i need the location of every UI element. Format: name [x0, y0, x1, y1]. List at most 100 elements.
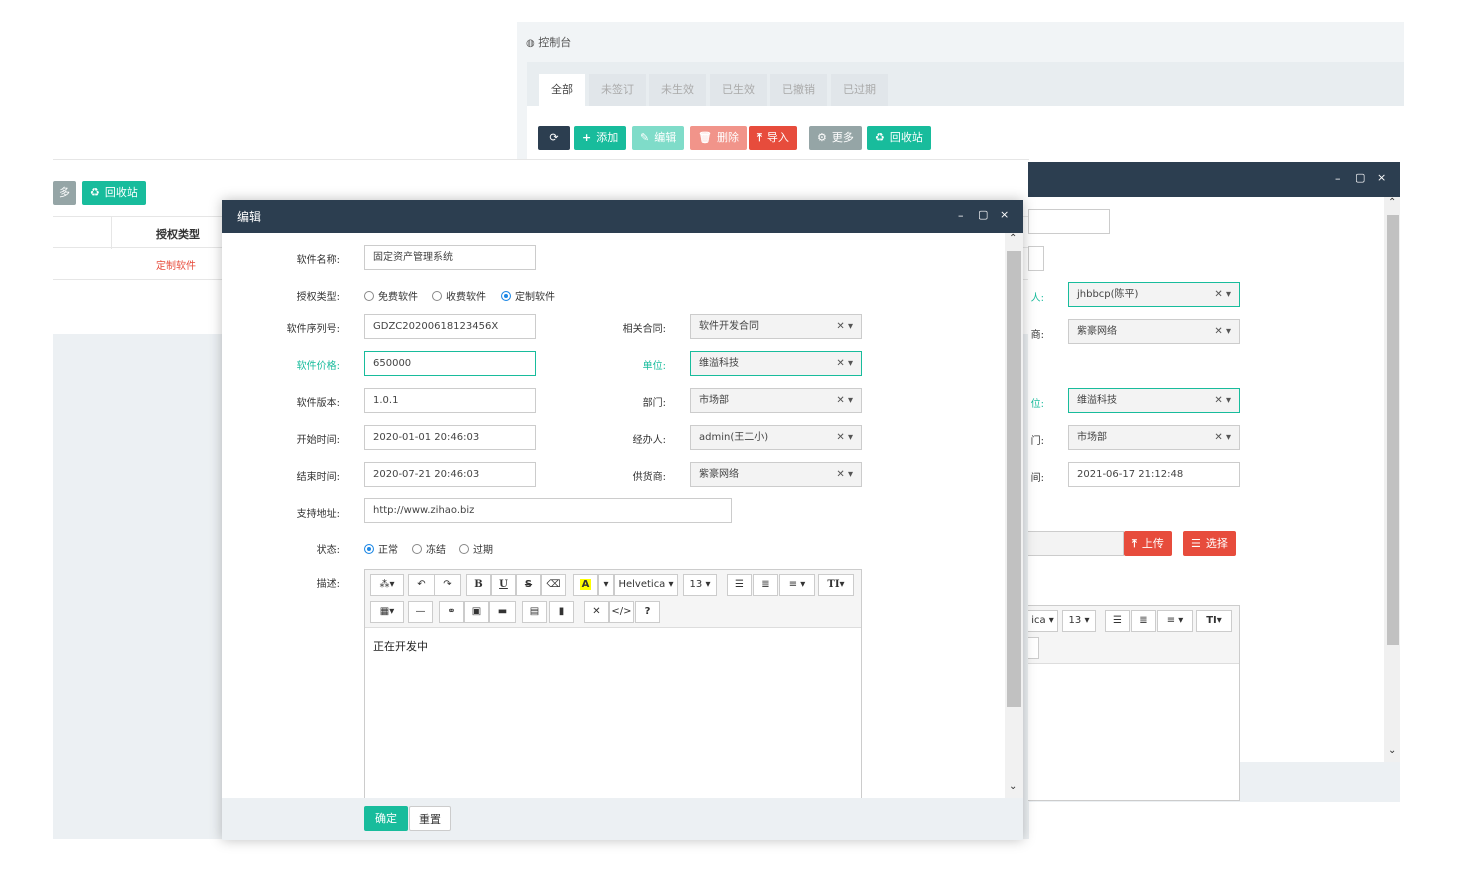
clear-dropdown-icon[interactable]: ✕ ▾ [1214, 389, 1231, 412]
close-icon[interactable]: × [1377, 171, 1386, 184]
clear-dropdown-icon[interactable]: ✕ ▾ [1214, 283, 1231, 306]
tab-revoked[interactable]: 已撤销 [770, 74, 827, 106]
radio-frozen[interactable]: 冻结 [412, 541, 446, 556]
font-size-dropdown[interactable]: 13 ▾ [1062, 610, 1096, 632]
choose-button[interactable]: ☰ 选择 [1183, 531, 1236, 556]
tab-expired[interactable]: 已过期 [831, 74, 888, 106]
horizontal-rule-icon[interactable]: — [408, 601, 433, 623]
scroll-up-icon[interactable]: ⌃ [1388, 197, 1396, 208]
scroll-down-icon[interactable]: ⌄ [1388, 745, 1396, 756]
clear-dropdown-icon[interactable]: ✕ ▾ [836, 352, 853, 375]
scroll-down-icon[interactable]: ⌄ [1009, 781, 1017, 792]
tab-unsigned[interactable]: 未签订 [589, 74, 646, 106]
align-icon[interactable]: ≡ ▾ [1157, 610, 1193, 632]
picture-icon[interactable]: ▣ [464, 601, 489, 623]
software-name-input[interactable]: 固定资产管理系统 [364, 245, 536, 270]
font-size-dropdown[interactable]: 13 ▾ [683, 574, 717, 596]
confirm-button[interactable]: 确定 [364, 806, 408, 831]
unordered-list-icon[interactable]: ☰ [727, 574, 752, 596]
supplier-select[interactable]: 紫豪网络 ✕ ▾ [1068, 319, 1240, 344]
recycle-bin-button-list[interactable]: ♻ 回收站 [82, 181, 146, 205]
field-fragment[interactable] [1028, 209, 1110, 234]
text-height-icon[interactable]: TI▾ [818, 574, 854, 596]
magic-wand-icon[interactable]: ⁂▾ [370, 574, 404, 596]
clear-dropdown-icon[interactable]: ✕ ▾ [1214, 320, 1231, 343]
radio-normal[interactable]: 正常 [364, 541, 398, 556]
scroll-thumb[interactable] [1387, 215, 1399, 645]
clear-dropdown-icon[interactable]: ✕ ▾ [836, 463, 853, 486]
background-modal-scrollbar[interactable]: ⌃ ⌄ [1384, 197, 1400, 762]
dept-select[interactable]: 市场部 ✕ ▾ [690, 388, 862, 413]
dept-select[interactable]: 市场部 ✕ ▾ [1068, 425, 1240, 450]
radio-free[interactable]: 免费软件 [364, 288, 418, 303]
add-button[interactable]: + 添加 [574, 126, 627, 150]
minimize-icon[interactable]: – [1335, 172, 1341, 185]
modal-scrollbar[interactable]: ⌃ ⌄ [1005, 233, 1023, 798]
fullscreen-icon[interactable]: ✕ [584, 601, 609, 623]
align-icon[interactable]: ≡ ▾ [779, 574, 815, 596]
ordered-list-icon[interactable]: ≣ [753, 574, 778, 596]
code-view-icon[interactable]: </> [609, 601, 634, 623]
clear-dropdown-icon[interactable]: ✕ ▾ [836, 389, 853, 412]
video-icon[interactable]: ▬ [489, 601, 516, 623]
eraser-icon[interactable]: ⌫ [541, 574, 566, 596]
tab-effective[interactable]: 已生效 [710, 74, 767, 106]
strikethrough-icon[interactable]: S [516, 574, 541, 596]
supplier-select[interactable]: 紫豪网络 ✕ ▾ [690, 462, 862, 487]
radio-custom[interactable]: 定制软件 [501, 288, 555, 303]
scroll-thumb[interactable] [1007, 251, 1021, 707]
more-button-list[interactable]: 多 [53, 181, 76, 205]
help-icon[interactable]: ? [635, 601, 660, 623]
text-color-icon[interactable]: A [573, 574, 598, 596]
radio-paid[interactable]: 收费软件 [432, 288, 486, 303]
unordered-list-icon[interactable]: ☰ [1105, 610, 1130, 632]
undo-icon[interactable]: ↶ [408, 574, 435, 596]
end-time-input[interactable]: 2020-07-21 20:46:03 [364, 462, 536, 487]
recycle-bin-button[interactable]: ♻ 回收站 [867, 126, 931, 150]
contract-select[interactable]: 软件开发合同 ✕ ▾ [690, 314, 862, 339]
link-icon[interactable]: ⚭ [439, 601, 464, 623]
import-button[interactable]: ⤒ 导入 [749, 126, 797, 150]
tab-all[interactable]: 全部 [539, 74, 585, 106]
tab-not-effective[interactable]: 未生效 [649, 74, 706, 106]
font-family-dropdown[interactable]: Helvetica ▾ [614, 574, 678, 596]
table-icon[interactable]: ▦▾ [370, 601, 404, 623]
clear-dropdown-icon[interactable]: ✕ ▾ [836, 426, 853, 449]
redo-icon[interactable]: ↷ [434, 574, 461, 596]
handler-select[interactable]: jhbbcp(陈平) ✕ ▾ [1068, 282, 1240, 307]
font-dropdown[interactable]: ica ▾ [1028, 610, 1058, 632]
file-image-icon[interactable]: ▤ [522, 601, 547, 623]
field-fragment-2[interactable] [1028, 246, 1044, 271]
unit-select[interactable]: 维溢科技 ✕ ▾ [690, 351, 862, 376]
upload-path-field[interactable] [1028, 531, 1124, 556]
maximize-icon[interactable]: ▢ [1355, 171, 1365, 184]
time-field[interactable]: 2021-06-17 21:12:48 [1068, 462, 1240, 487]
underline-icon[interactable]: U [491, 574, 516, 596]
text-height-icon[interactable]: TI▾ [1196, 610, 1232, 632]
start-time-input[interactable]: 2020-01-01 20:46:03 [364, 425, 536, 450]
close-icon[interactable]: × [1000, 208, 1009, 221]
upload-button[interactable]: ⤒ 上传 [1124, 531, 1172, 556]
scroll-up-icon[interactable]: ⌃ [1009, 233, 1017, 244]
unit-select[interactable]: 维溢科技 ✕ ▾ [1068, 388, 1240, 413]
ordered-list-icon[interactable]: ≣ [1131, 610, 1156, 632]
radio-expired[interactable]: 过期 [459, 541, 493, 556]
clear-dropdown-icon[interactable]: ✕ ▾ [1214, 426, 1231, 449]
version-input[interactable]: 1.0.1 [364, 388, 536, 413]
refresh-button[interactable]: ⟳ [538, 126, 570, 150]
reset-button[interactable]: 重置 [409, 806, 451, 831]
code-view-icon[interactable] [1028, 637, 1039, 659]
minimize-icon[interactable]: – [958, 209, 964, 222]
more-button[interactable]: ⚙ 更多 [809, 126, 862, 150]
color-dropdown-icon[interactable]: ▾ [598, 574, 614, 596]
file-icon[interactable]: ▮ [549, 601, 574, 623]
maximize-icon[interactable]: ▢ [978, 208, 988, 221]
serial-input[interactable]: GDZC20200618123456X [364, 314, 536, 339]
clear-dropdown-icon[interactable]: ✕ ▾ [836, 315, 853, 338]
edit-button[interactable]: ✎ 编辑 [632, 126, 685, 150]
support-url-input[interactable]: http://www.zihao.biz [364, 498, 732, 523]
handler-select[interactable]: admin(王二小) ✕ ▾ [690, 425, 862, 450]
delete-button[interactable]: 🗑 删除 [690, 126, 747, 150]
editor-content[interactable]: 正在开发中 [373, 638, 428, 654]
bold-icon[interactable]: B [466, 574, 491, 596]
